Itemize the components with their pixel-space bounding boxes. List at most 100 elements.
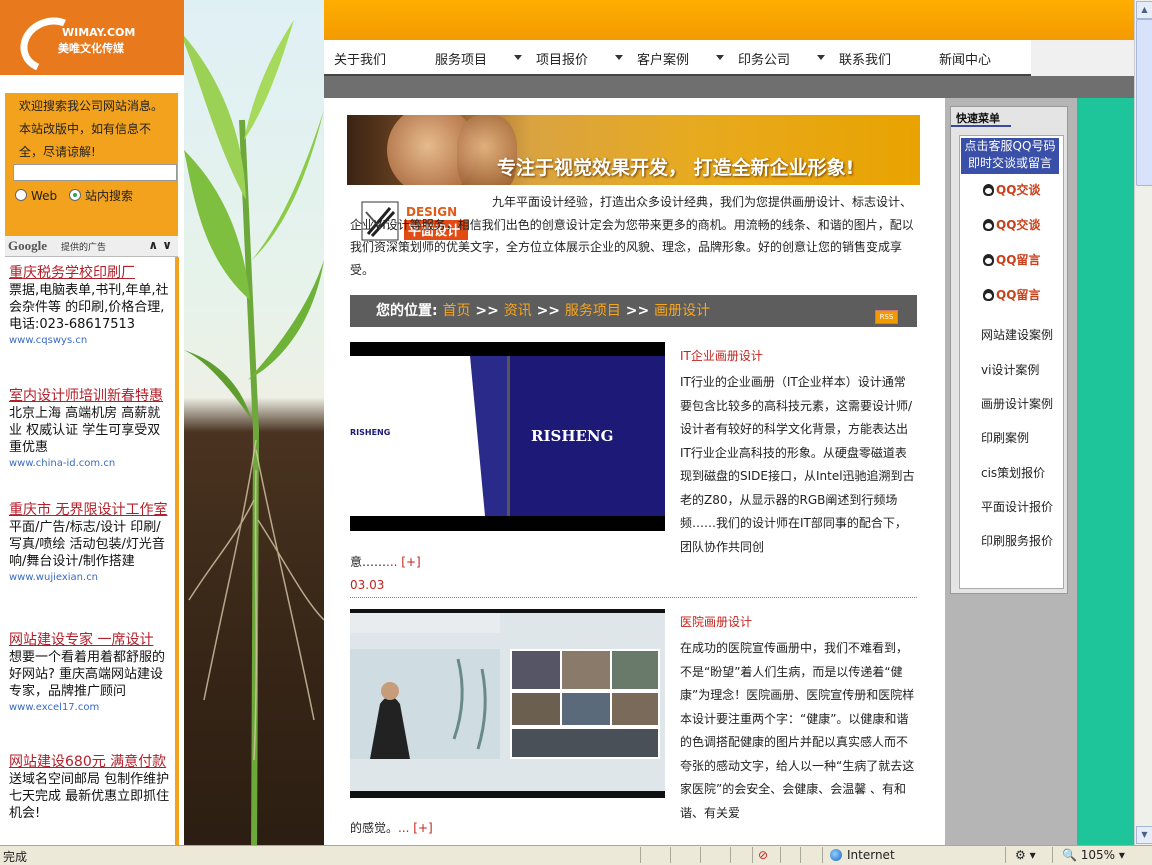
breadcrumb-sep: >>	[536, 303, 561, 319]
qq-service-box[interactable]: 点击客服QQ号码即时交谈或留言	[961, 138, 1059, 174]
popup-blocked-icon[interactable]: ⊘	[758, 848, 768, 862]
qq-chat-link[interactable]: QQ交谈	[983, 216, 1040, 233]
quick-link[interactable]: 印刷案例	[981, 429, 1029, 446]
qq-message-link[interactable]: QQ留言	[983, 251, 1040, 268]
article-body-tail: 意……... [+]	[350, 555, 421, 569]
article-thumbnail-hospital-brochure[interactable]	[350, 609, 665, 798]
qq-chat-link[interactable]: QQ交谈	[983, 181, 1040, 198]
ad-item[interactable]: 网站建设680元 满意付款 送域名空间邮局 包制作维护 七天完成 最新优惠立即抓…	[9, 754, 171, 822]
nav-item-about[interactable]: 关于我们	[334, 49, 386, 68]
article-title[interactable]: 医院画册设计	[680, 613, 752, 630]
breadcrumb-current[interactable]: 画册设计	[654, 303, 710, 319]
search-notice: 欢迎搜索我公司网站消息。本站改版中，如有信息不全，尽请谅解!	[19, 99, 164, 159]
qq-penguin-icon	[983, 289, 994, 301]
quick-menu-title: 快速菜单	[956, 112, 1000, 125]
header-grey-band	[324, 76, 1134, 98]
quick-link[interactable]: 印刷服务报价	[981, 532, 1053, 549]
scroll-down-icon[interactable]: ▼	[1136, 826, 1152, 844]
ad-title[interactable]: 网站建设专家 一席设计	[9, 632, 171, 649]
ad-url[interactable]: www.china-id.com.cn	[9, 456, 171, 471]
rss-icon[interactable]: RSS	[875, 310, 898, 324]
intro-paragraph: 九年平面设计经验，打造出众多设计经典，我们为您提供画册设计、标志设计、企业VI设…	[350, 195, 914, 277]
ad-item[interactable]: 室内设计师培训新春特惠 北京上海 高端机房 高薪就业 权威认证 学生可享受双重优…	[9, 388, 171, 471]
ad-title[interactable]: 室内设计师培训新春特惠	[9, 388, 171, 405]
article-body: IT行业的企业画册（IT企业样本）设计通常要包含比较多的高科技元素，这需要设计师…	[680, 375, 915, 554]
nav-dropdown-icon[interactable]	[817, 55, 825, 60]
qq-penguin-icon	[983, 219, 994, 231]
thumb-small-brand: RISHENG	[350, 428, 390, 437]
nav-dropdown-icon[interactable]	[716, 55, 724, 60]
breadcrumb-home[interactable]: 首页	[442, 303, 470, 319]
breadcrumb-services[interactable]: 服务项目	[565, 303, 621, 319]
site-search-panel: 欢迎搜索我公司网站消息。本站改版中，如有信息不全，尽请谅解! Web 站内搜索 …	[5, 93, 178, 325]
nav-item-cases[interactable]: 客户案例	[637, 49, 689, 68]
nav-item-contact[interactable]: 联系我们	[839, 49, 891, 68]
breadcrumb: 您的位置: 首页 >> 资讯 >> 服务项目 >> 画册设计	[350, 295, 917, 327]
ad-desc: 平面/广告/标志/设计 印刷/写真/喷绘 活动包装/灯光音响/舞台设计/制作搭建	[9, 520, 165, 569]
ad-title[interactable]: 重庆税务学校印刷厂	[9, 265, 171, 282]
qq-message-link[interactable]: QQ留言	[983, 286, 1040, 303]
quick-link[interactable]: cis策划报价	[981, 464, 1045, 481]
protected-mode-icon[interactable]: ⚙ ▾	[1015, 848, 1036, 862]
breadcrumb-sep: >>	[625, 303, 650, 319]
article-date: 03.03	[350, 578, 385, 592]
qq-penguin-icon	[983, 184, 994, 196]
zoom-level[interactable]: 🔍 105% ▾	[1062, 848, 1125, 862]
article-thumbnail-it-brochure[interactable]: RISHENG RISHENG	[350, 342, 665, 531]
google-ads-list: 重庆税务学校印刷厂 票据,电脑表单,书刊,年单,社会杂件等 的印刷,价格合理,电…	[5, 257, 179, 864]
hero-banner: 专注于视觉效果开发， 打造全新企业形象!	[347, 115, 920, 185]
search-input[interactable]	[13, 164, 177, 181]
ad-title[interactable]: 重庆市 无界限设计工作室	[9, 502, 171, 519]
plant-sprout-image	[184, 0, 324, 864]
search-scope: Web 站内搜索	[15, 187, 141, 204]
globe-icon	[830, 849, 842, 861]
main-nav: 关于我们 服务项目 项目报价 客户案例 印务公司 联系我们 新闻中心	[324, 40, 1031, 76]
nav-dropdown-icon[interactable]	[615, 55, 623, 60]
ads-nav-arrows-icon[interactable]: ∧ ∨	[148, 238, 172, 252]
ad-title[interactable]: 网站建设680元 满意付款	[9, 754, 171, 771]
ad-url[interactable]: www.cqswys.cn	[9, 333, 171, 348]
nav-item-news[interactable]: 新闻中心	[939, 49, 991, 68]
nav-item-printing[interactable]: 印务公司	[738, 49, 790, 68]
right-decor-strip	[1077, 98, 1134, 864]
ads-provided-label: 提供的广告	[61, 243, 107, 253]
top-header-bar	[324, 0, 1134, 40]
scope-web-radio[interactable]: Web	[15, 189, 61, 203]
scope-site-radio[interactable]: 站内搜索	[69, 189, 137, 203]
ad-url[interactable]: www.excel17.com	[9, 700, 171, 715]
quick-link[interactable]: vi设计案例	[981, 361, 1039, 378]
nav-filler	[1031, 40, 1134, 76]
ad-desc: 北京上海 高端机房 高薪就业 权威认证 学生可享受双重优惠	[9, 406, 161, 455]
article-body-tail: 的感觉。... [+]	[350, 821, 433, 835]
quick-link[interactable]: 平面设计报价	[981, 498, 1053, 515]
google-logo: Google	[8, 238, 47, 253]
ad-item[interactable]: 重庆市 无界限设计工作室 平面/广告/标志/设计 印刷/写真/喷绘 活动包装/灯…	[9, 502, 171, 585]
ad-desc: 票据,电脑表单,书刊,年单,社会杂件等 的印刷,价格合理,电话:023-6861…	[9, 283, 169, 332]
security-zone: Internet	[830, 848, 895, 862]
banner-slogan: 专注于视觉效果开发， 打造全新企业形象!	[497, 157, 855, 179]
article-title[interactable]: IT企业画册设计	[680, 347, 763, 364]
scroll-thumb[interactable]	[1136, 19, 1152, 186]
nav-item-services[interactable]: 服务项目	[435, 49, 487, 68]
ad-item[interactable]: 重庆税务学校印刷厂 票据,电脑表单,书刊,年单,社会杂件等 的印刷,价格合理,电…	[9, 265, 171, 348]
ad-desc: 送域名空间邮局 包制作维护 七天完成 最新优惠立即抓住机会!	[9, 772, 170, 821]
scroll-up-icon[interactable]: ▲	[1136, 1, 1152, 19]
ad-url[interactable]: www.wujiexian.cn	[9, 570, 171, 585]
site-logo[interactable]: WIMAY.COM 美唯文化传媒	[0, 0, 184, 81]
read-more-link[interactable]: ... [+]	[398, 821, 433, 835]
breadcrumb-label: 您的位置:	[376, 303, 438, 319]
breadcrumb-news[interactable]: 资讯	[504, 303, 532, 319]
ad-item[interactable]: 网站建设专家 一席设计 想要一个看着用着都舒服的好网站? 重庆高端网站建设专家，…	[9, 632, 171, 715]
logo-company-name: 美唯文化传媒	[58, 42, 124, 55]
nav-item-pricing[interactable]: 项目报价	[536, 49, 588, 68]
qq-penguin-icon	[983, 254, 994, 266]
quick-menu: 快速菜单 点击客服QQ号码即时交谈或留言 QQ交谈 QQ交谈 QQ留言 QQ留言…	[950, 106, 1068, 594]
logo-domain: WIMAY.COM	[62, 26, 136, 39]
nav-dropdown-icon[interactable]	[514, 55, 522, 60]
quick-link[interactable]: 网站建设案例	[981, 326, 1053, 343]
thumb-brand: RISHENG	[531, 427, 613, 445]
quick-link[interactable]: 画册设计案例	[981, 395, 1053, 412]
vertical-scrollbar[interactable]: ▲ ▼	[1134, 0, 1152, 845]
read-more-link[interactable]: ... [+]	[386, 555, 421, 569]
article-body: 在成功的医院宣传画册中，我们不难看到，不是“盼望”着人们生病，而是以传递着“健康…	[680, 641, 915, 820]
